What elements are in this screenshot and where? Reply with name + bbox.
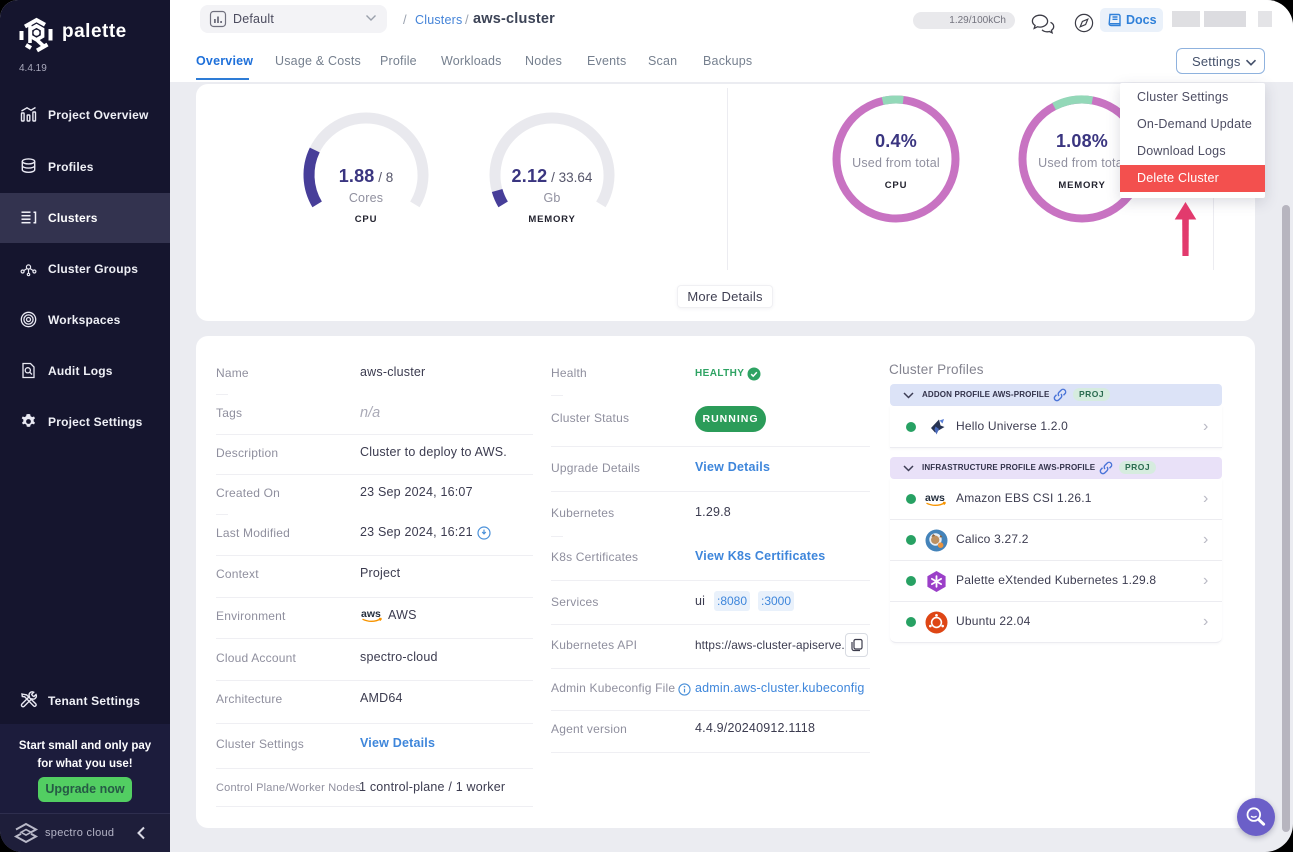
- svg-text:aws: aws: [361, 608, 381, 620]
- svg-text:aws: aws: [925, 492, 945, 504]
